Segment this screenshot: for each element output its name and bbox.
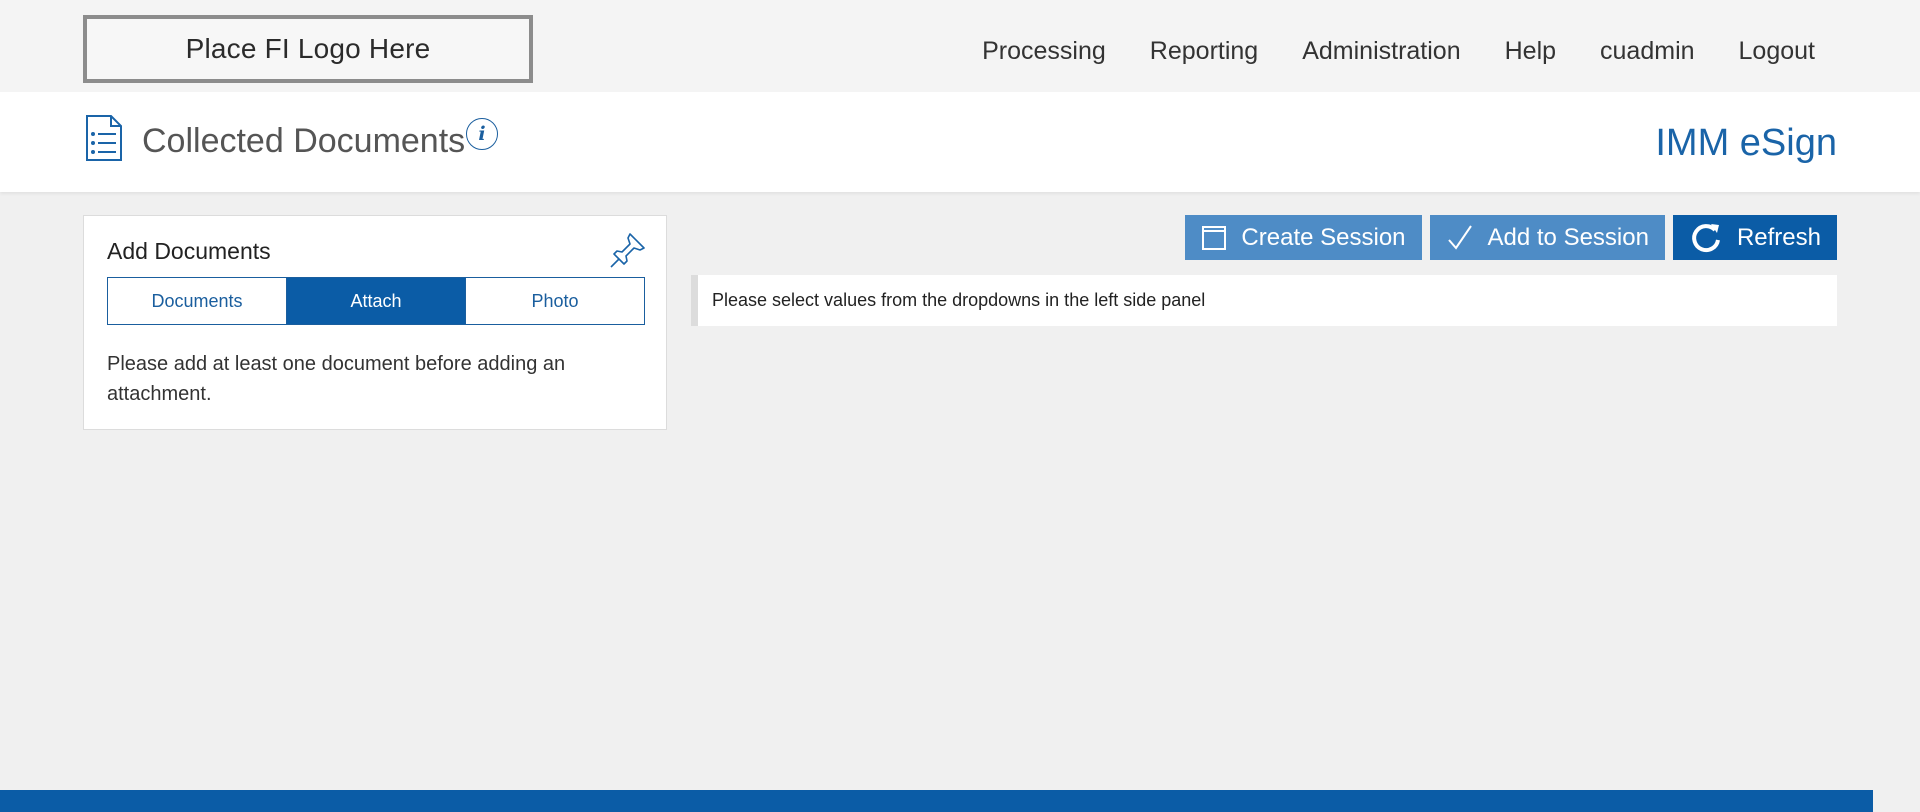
session-toolbar: Create Session Add to Session Refresh bbox=[1185, 215, 1837, 260]
logo-placeholder: Place FI Logo Here bbox=[83, 15, 533, 83]
panel-message: Please add at least one document before … bbox=[107, 353, 566, 405]
create-session-label: Create Session bbox=[1241, 223, 1406, 251]
page-header: Collected Documents i IMM eSign bbox=[0, 92, 1920, 192]
nav-administration[interactable]: Administration bbox=[1280, 32, 1482, 70]
tab-documents[interactable]: Documents bbox=[108, 278, 286, 324]
tab-photo[interactable]: Photo bbox=[465, 278, 644, 324]
tab-attach[interactable]: Attach bbox=[286, 278, 465, 324]
page-title: Collected Documents bbox=[142, 122, 466, 160]
nav-logout[interactable]: Logout bbox=[1717, 32, 1815, 70]
refresh-label: Refresh bbox=[1736, 223, 1821, 251]
nav-processing[interactable]: Processing bbox=[960, 32, 1128, 70]
app-brand: IMM eSign bbox=[1655, 122, 1837, 164]
add-to-session-button[interactable]: Add to Session bbox=[1429, 215, 1665, 260]
panel-title: Add Documents bbox=[107, 238, 271, 264]
add-to-session-label: Add to Session bbox=[1487, 223, 1649, 251]
pin-icon[interactable] bbox=[608, 230, 648, 270]
create-session-button[interactable]: Create Session bbox=[1185, 215, 1422, 260]
document-source-tabs: Documents Attach Photo bbox=[107, 277, 645, 325]
info-icon[interactable]: i bbox=[466, 118, 498, 150]
checkmark-icon bbox=[1447, 224, 1472, 250]
refresh-button[interactable]: Refresh bbox=[1672, 215, 1837, 260]
nav-user-cuadmin[interactable]: cuadmin bbox=[1578, 32, 1717, 70]
add-documents-panel: Add Documents Documents Attach Photo Ple… bbox=[83, 215, 667, 430]
top-header: Place FI Logo Here Processing Reporting … bbox=[0, 0, 1920, 92]
footer-bar bbox=[0, 790, 1873, 812]
selection-notice: Please select values from the dropdowns … bbox=[691, 275, 1837, 326]
document-list-icon bbox=[86, 115, 122, 161]
nav-reporting[interactable]: Reporting bbox=[1128, 32, 1280, 70]
main-nav: Processing Reporting Administration Help… bbox=[960, 32, 1815, 70]
nav-help[interactable]: Help bbox=[1483, 32, 1578, 70]
square-icon bbox=[1202, 225, 1227, 250]
refresh-icon bbox=[1692, 223, 1720, 252]
